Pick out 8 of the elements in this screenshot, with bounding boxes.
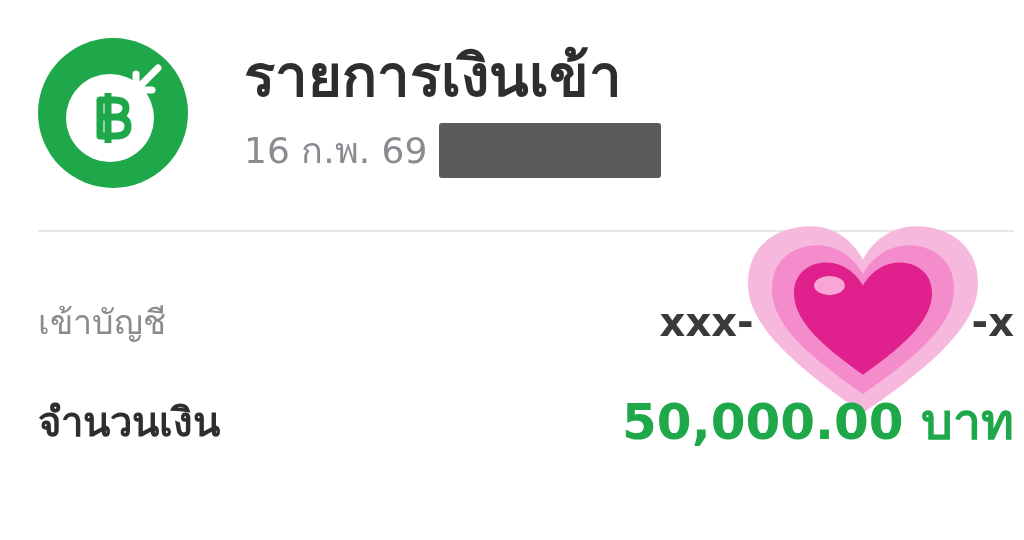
amount-value: 50,000.00 บาท bbox=[622, 392, 1014, 453]
date-text: 16 ก.พ. 69 bbox=[244, 129, 428, 173]
row-label: เข้าบัญชี bbox=[38, 301, 166, 344]
account-number: -x bbox=[971, 299, 1014, 345]
page-title: รายการเงินเข้า bbox=[244, 41, 623, 112]
row-label: จำนวนเงิน bbox=[38, 397, 220, 447]
baht-incoming-icon bbox=[38, 38, 188, 188]
account-number: xxx- bbox=[659, 299, 754, 345]
